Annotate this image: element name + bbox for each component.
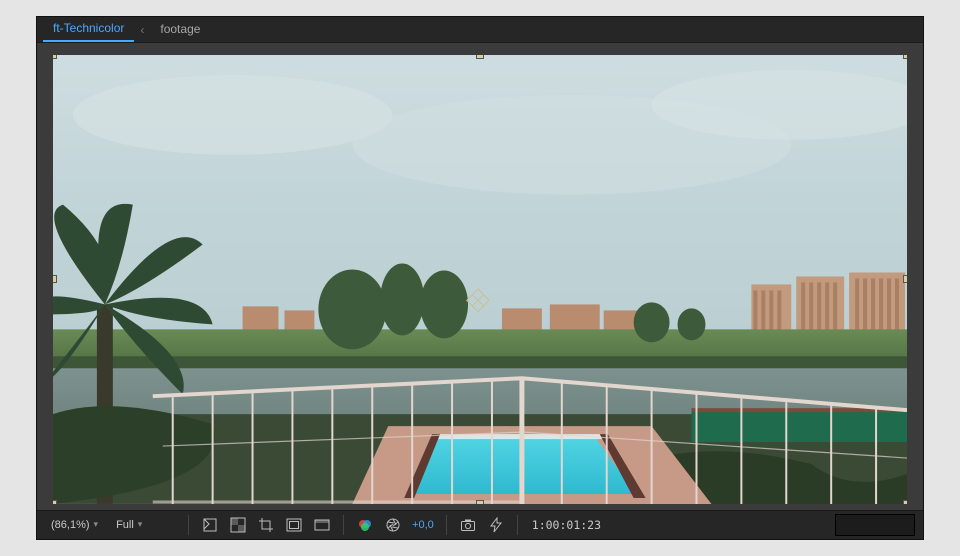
separator (343, 515, 344, 535)
fast-previews-button[interactable] (485, 514, 507, 536)
handle-bl[interactable] (53, 500, 57, 504)
composition-viewport[interactable] (53, 55, 907, 504)
title-safe-button[interactable] (283, 514, 305, 536)
zoom-dropdown[interactable]: (86,1%) ▾ (45, 514, 104, 536)
snapshot-button[interactable] (457, 514, 479, 536)
handle-tc[interactable] (476, 55, 484, 59)
handle-ml[interactable] (53, 275, 57, 283)
resolution-dropdown[interactable]: Full ▾ (110, 514, 178, 536)
region-of-interest-button[interactable] (255, 514, 277, 536)
handle-bc[interactable] (476, 500, 484, 504)
aperture-icon (385, 517, 401, 533)
footage-image (53, 55, 907, 504)
breadcrumb-separator: ‹ (138, 23, 146, 37)
tab-footage[interactable]: footage (150, 18, 210, 41)
handle-tl[interactable] (53, 55, 57, 59)
mask-icon (202, 517, 218, 533)
viewport-container (37, 43, 923, 510)
preview-time-field[interactable] (835, 514, 915, 536)
resolution-value: Full (116, 519, 134, 531)
handle-tr[interactable] (903, 55, 907, 59)
crop-icon (258, 517, 274, 533)
mask-visibility-button[interactable] (199, 514, 221, 536)
handle-br[interactable] (903, 500, 907, 504)
separator (188, 515, 189, 535)
safe-zones-icon (286, 517, 302, 533)
separator (517, 515, 518, 535)
chevron-down-icon: ▾ (138, 519, 143, 530)
chevron-down-icon: ▾ (94, 519, 99, 530)
camera-icon (460, 517, 476, 533)
rgb-icon (357, 517, 373, 533)
lightning-icon (488, 517, 504, 533)
comp-tab-bar: ft-Technicolor ‹ footage (37, 17, 923, 43)
color-management-button[interactable] (354, 514, 376, 536)
composition-panel: ft-Technicolor ‹ footage (36, 16, 924, 540)
transparency-grid-icon (230, 517, 246, 533)
viewer-toolbar: (86,1%) ▾ Full ▾ (37, 510, 923, 539)
handle-mr[interactable] (903, 275, 907, 283)
tab-active-comp[interactable]: ft-Technicolor (43, 17, 134, 42)
exposure-value[interactable]: +0,0 (410, 519, 436, 531)
channel-button[interactable] (311, 514, 333, 536)
transparency-grid-button[interactable] (227, 514, 249, 536)
exposure-aperture-button[interactable] (382, 514, 404, 536)
current-timecode[interactable]: 1:00:01:23 (528, 518, 601, 532)
channels-icon (314, 517, 330, 533)
zoom-value: (86,1%) (51, 519, 90, 531)
separator (446, 515, 447, 535)
